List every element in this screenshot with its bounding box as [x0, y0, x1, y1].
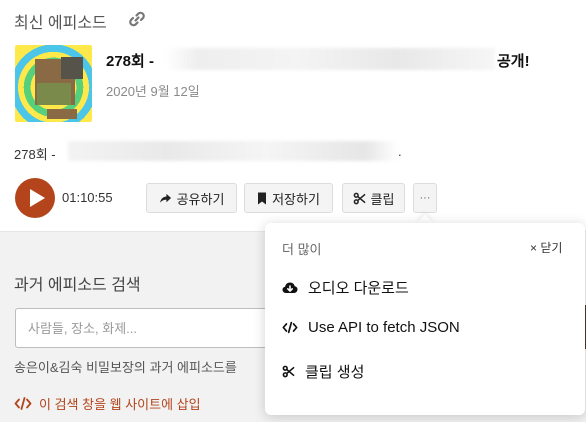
menu-item-create-clip[interactable]: 클립 생성 — [282, 361, 364, 382]
menu-item-label: Use API to fetch JSON — [308, 319, 460, 336]
more-button[interactable]: ··· — [413, 183, 437, 213]
save-button-label: 저장하기 — [272, 191, 320, 207]
menu-item-label: 클립 생성 — [305, 364, 365, 381]
episode-date: 2020년 9월 12일 — [106, 84, 200, 99]
popover-title: 더 많이 — [282, 242, 322, 257]
share-icon — [159, 193, 171, 203]
clip-button[interactable]: 클립 — [342, 183, 405, 213]
redacted-title-text — [165, 48, 495, 70]
scissors-icon — [282, 365, 295, 378]
popover-close-button[interactable]: × 닫기 — [530, 239, 562, 256]
menu-item-label: 오디오 다운로드 — [308, 280, 409, 297]
episode-thumbnail[interactable] — [15, 45, 92, 122]
menu-item-use-api[interactable]: Use API to fetch JSON — [282, 319, 460, 336]
share-button[interactable]: 공유하기 — [146, 183, 237, 213]
code-icon — [282, 321, 298, 334]
embed-search-label: 이 검색 창을 웹 사이트에 삽입 — [39, 397, 201, 412]
share-button-label: 공유하기 — [176, 191, 225, 207]
bookmark-icon — [258, 192, 267, 204]
latest-episode-card: 최신 에피소드 278회 - 공개! 2020년 9월 12일 278회 - .… — [0, 0, 586, 232]
scissors-icon — [353, 192, 366, 204]
redacted-description-text — [68, 141, 398, 161]
menu-item-audio-download[interactable]: 오디오 다운로드 — [282, 277, 409, 298]
episode-description-suffix: . — [398, 144, 402, 159]
more-popover: 더 많이 × 닫기 오디오 다운로드 Use API to fetch JSON… — [265, 223, 585, 415]
embed-search-link[interactable]: 이 검색 창을 웹 사이트에 삽입 — [14, 394, 201, 413]
episode-description: 278회 - — [14, 147, 56, 162]
search-section-title: 과거 에피소드 검색 — [14, 277, 141, 294]
episode-title-suffix[interactable]: 공개! — [497, 50, 530, 71]
play-icon — [30, 189, 45, 207]
play-button[interactable] — [15, 178, 55, 218]
episode-duration: 01:10:55 — [62, 190, 113, 205]
episode-title[interactable]: 278회 - — [106, 50, 154, 71]
search-help-text: 송은이&김숙 비밀보장의 과거 에피소드를 — [14, 360, 237, 375]
save-button[interactable]: 저장하기 — [244, 183, 333, 213]
clip-button-label: 클립 — [370, 191, 395, 207]
code-icon — [14, 397, 32, 410]
section-title-latest-episode: 최신 에피소드 — [14, 15, 107, 32]
link-icon[interactable] — [127, 9, 147, 29]
cloud-download-icon — [282, 282, 298, 293]
